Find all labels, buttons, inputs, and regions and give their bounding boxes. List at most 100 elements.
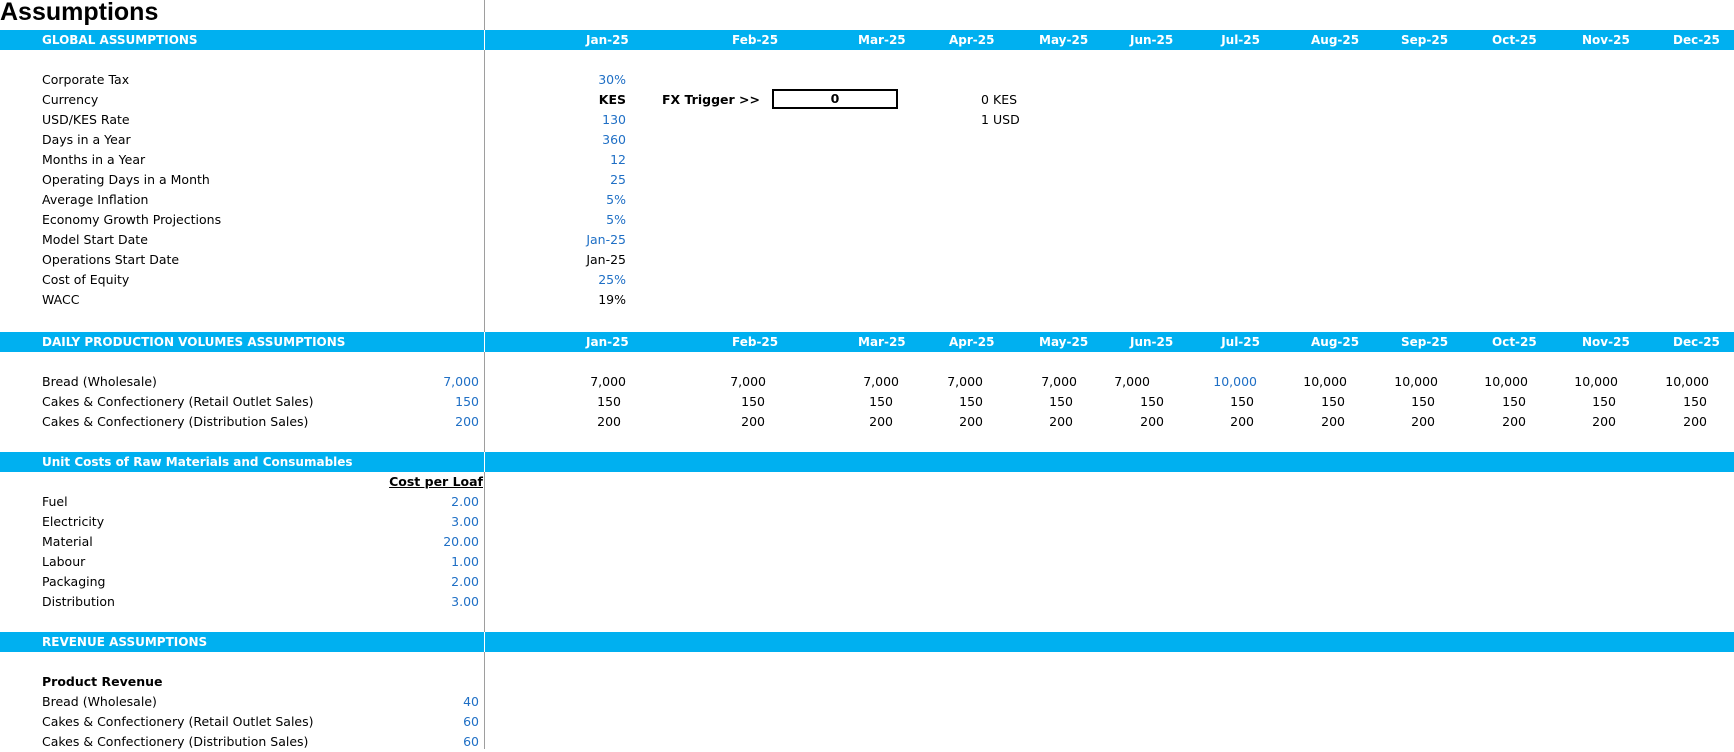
cell-value[interactable]: 25% [598,270,626,290]
month-value[interactable]: 200 [1230,412,1254,432]
month-header: Mar-25 [858,335,906,349]
month-header: Jun-25 [1130,335,1174,349]
table-row[interactable]: Operating Days in a Month 25 [0,170,1734,190]
month-header: Jan-25 [586,335,629,349]
row-label: Fuel [42,494,68,509]
month-value[interactable]: 10,000 [1665,372,1709,392]
cell-value[interactable]: 2.00 [451,572,479,592]
table-row[interactable]: Bread (Wholesale) 40 [0,692,1734,712]
band-divider [484,332,485,352]
month-value[interactable]: 150 [869,392,893,412]
cell-value[interactable]: 19% [598,290,626,310]
table-row[interactable]: Cakes & Confectionery (Distribution Sale… [0,732,1734,752]
table-row[interactable]: Corporate Tax 30% [0,70,1734,90]
cell-value[interactable]: 360 [602,130,626,150]
month-value[interactable]: 10,000 [1303,372,1347,392]
cell-value[interactable]: 30% [598,70,626,90]
cell-value[interactable]: 25 [610,170,626,190]
cell-value[interactable]: KES [599,90,626,110]
cell-value[interactable]: 130 [602,110,626,130]
cell-value[interactable]: 3.00 [451,592,479,612]
month-value[interactable]: 7,000 [590,372,626,392]
table-row[interactable]: Electricity 3.00 [0,512,1734,532]
table-row[interactable]: Material 20.00 [0,532,1734,552]
table-row[interactable]: WACC 19% [0,290,1734,310]
cell-value[interactable]: 60 [463,712,479,732]
month-value[interactable]: 10,000 [1484,372,1528,392]
month-value[interactable]: 150 [1502,392,1526,412]
month-value[interactable]: 200 [1140,412,1164,432]
cell-value[interactable]: 2.00 [451,492,479,512]
base-value[interactable]: 7,000 [443,372,479,392]
table-row[interactable]: Fuel 2.00 [0,492,1734,512]
row-label: Months in a Year [42,152,146,167]
row-label: Cakes & Confectionery (Retail Outlet Sal… [42,714,314,729]
month-value[interactable]: 7,000 [947,372,983,392]
cell-value[interactable]: 40 [463,692,479,712]
fx-kes-label: KES [993,92,1018,107]
base-value[interactable]: 200 [455,412,479,432]
table-row[interactable]: Economy Growth Projections 5% [0,210,1734,230]
base-value[interactable]: 150 [455,392,479,412]
cell-value[interactable]: Jan-25 [586,230,626,250]
table-row[interactable]: Average Inflation 5% [0,190,1734,210]
table-row[interactable]: USD/KES Rate 130 1 USD [0,110,1734,130]
month-value[interactable]: 200 [869,412,893,432]
month-value[interactable]: 200 [1321,412,1345,432]
cost-per-loaf-header: Cost per Loaf [389,474,483,489]
cell-value[interactable]: 5% [606,210,626,230]
month-header: Jun-25 [1130,33,1174,47]
month-value[interactable]: 200 [1049,412,1073,432]
month-value[interactable]: 150 [1411,392,1435,412]
table-row[interactable]: Bread (Wholesale) 7,000 7,000 7,000 7,00… [0,372,1734,392]
row-label: Cost of Equity [42,272,130,287]
month-value[interactable]: 200 [959,412,983,432]
table-row[interactable]: Operations Start Date Jan-25 [0,250,1734,270]
month-value[interactable]: 200 [741,412,765,432]
month-value[interactable]: 10,000 [1394,372,1438,392]
cell-value[interactable]: Jan-25 [586,250,626,270]
table-row[interactable]: Cakes & Confectionery (Retail Outlet Sal… [0,392,1734,412]
month-value[interactable]: 200 [597,412,621,432]
month-value[interactable]: 150 [1592,392,1616,412]
row-label: Material [42,534,93,549]
table-row[interactable]: Days in a Year 360 [0,130,1734,150]
month-value[interactable]: 200 [1411,412,1435,432]
table-row[interactable]: Cakes & Confectionery (Retail Outlet Sal… [0,712,1734,732]
cell-value[interactable]: 1.00 [451,552,479,572]
table-row[interactable]: Cost of Equity 25% [0,270,1734,290]
month-value[interactable]: 10,000 [1213,372,1257,392]
table-row[interactable]: Model Start Date Jan-25 [0,230,1734,250]
month-value[interactable]: 150 [1683,392,1707,412]
row-label: Economy Growth Projections [42,212,222,227]
cell-value[interactable]: 3.00 [451,512,479,532]
month-value[interactable]: 10,000 [1574,372,1618,392]
fx-trigger-input[interactable]: 0 [772,89,898,109]
month-value[interactable]: 150 [1049,392,1073,412]
month-header: Jan-25 [586,33,629,47]
month-value[interactable]: 7,000 [1041,372,1077,392]
month-value[interactable]: 200 [1683,412,1707,432]
month-value[interactable]: 150 [959,392,983,412]
month-value[interactable]: 150 [1230,392,1254,412]
table-row[interactable]: Labour 1.00 [0,552,1734,572]
month-value[interactable]: 150 [1321,392,1345,412]
month-value[interactable]: 150 [597,392,621,412]
month-value[interactable]: 150 [1140,392,1164,412]
cell-value[interactable]: 20.00 [443,532,479,552]
fx-trigger-label: FX Trigger >> [662,92,760,107]
table-row[interactable]: Distribution 3.00 [0,592,1734,612]
table-row[interactable]: Packaging 2.00 [0,572,1734,592]
table-row[interactable]: Months in a Year 12 [0,150,1734,170]
table-row[interactable]: Cakes & Confectionery (Distribution Sale… [0,412,1734,432]
month-value[interactable]: 200 [1592,412,1616,432]
band-divider [484,30,485,50]
month-value[interactable]: 150 [741,392,765,412]
cell-value[interactable]: 5% [606,190,626,210]
month-value[interactable]: 7,000 [730,372,766,392]
cell-value[interactable]: 60 [463,732,479,752]
month-value[interactable]: 200 [1502,412,1526,432]
month-value[interactable]: 7,000 [863,372,899,392]
cell-value[interactable]: 12 [610,150,626,170]
month-value[interactable]: 7,000 [1114,372,1150,392]
